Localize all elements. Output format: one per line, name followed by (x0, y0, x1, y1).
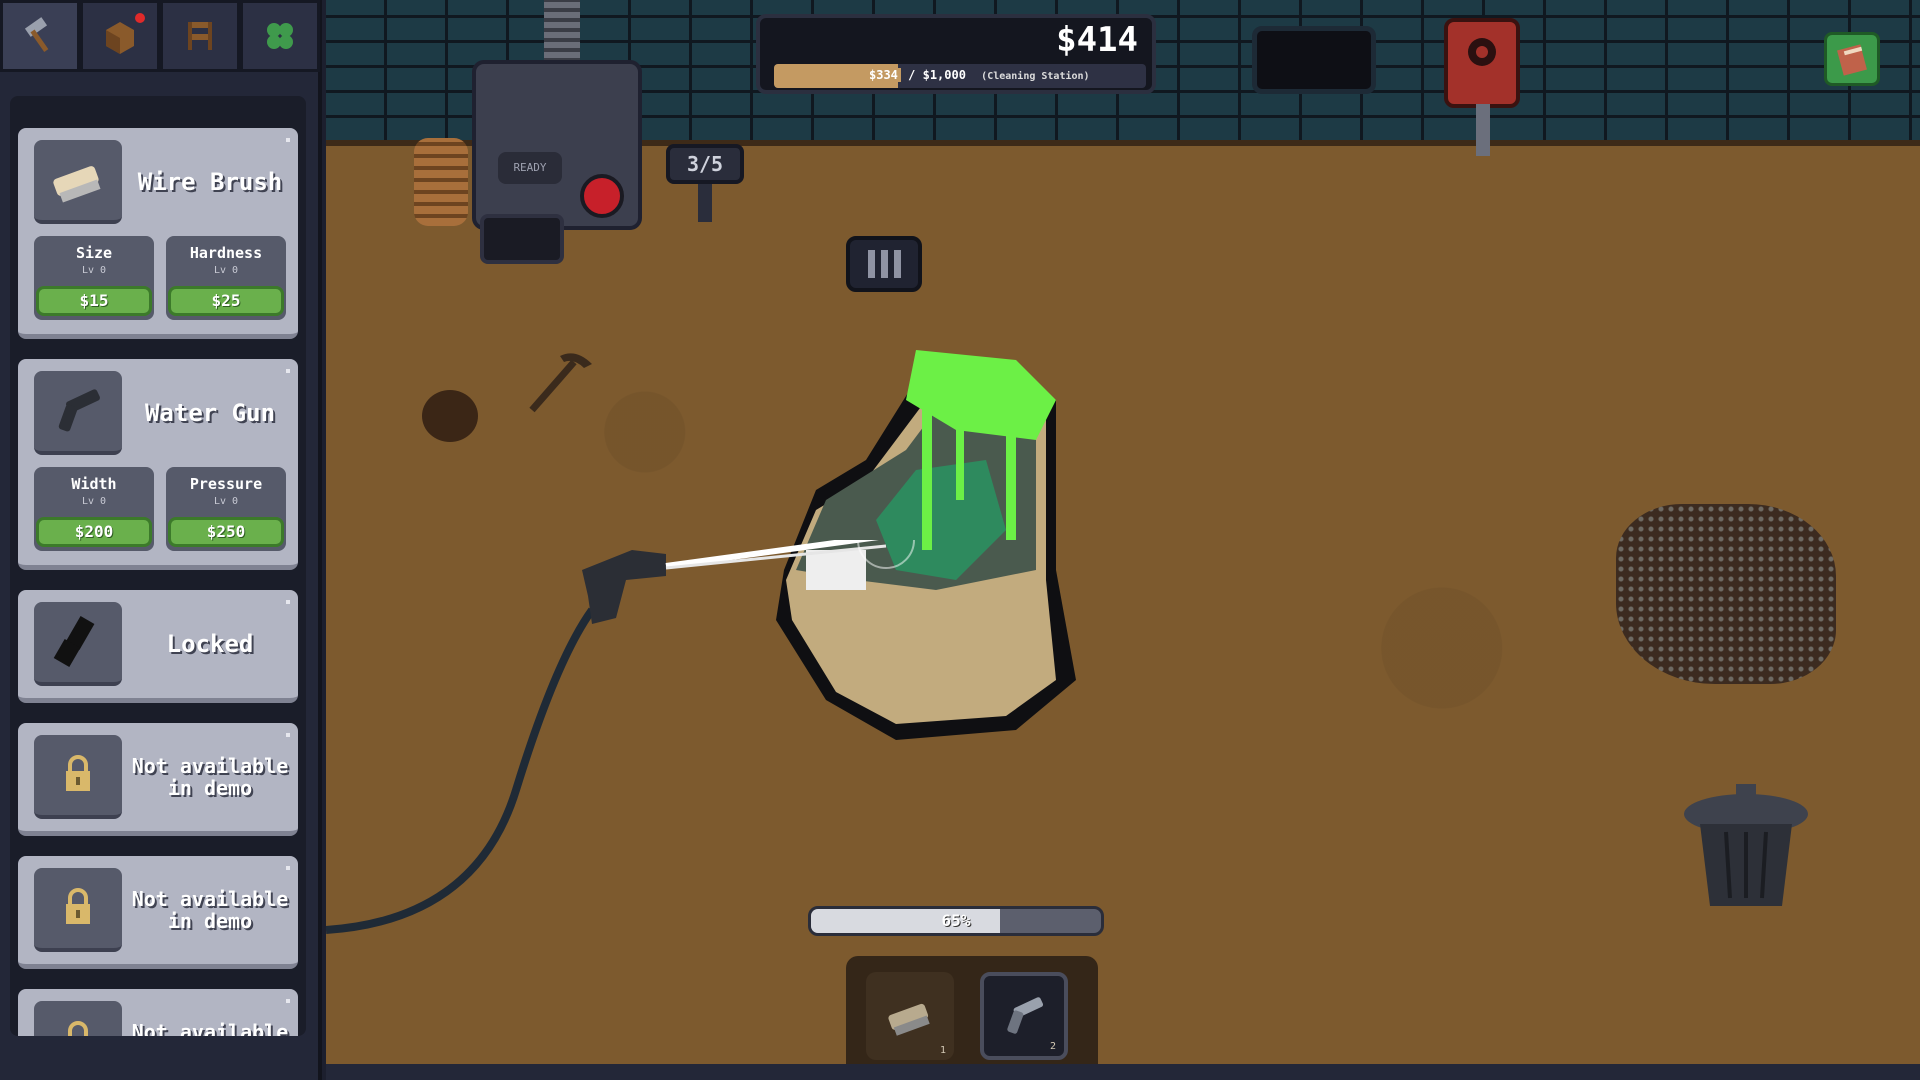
card-corner-dot (286, 138, 290, 142)
phone-post (1476, 104, 1490, 156)
clean-progress-bar: 65% (808, 906, 1104, 936)
upgrade-level: Lv 0 (213, 496, 239, 507)
buy-hardness-button[interactable]: $25 (168, 286, 284, 316)
tool-icon-box (34, 1001, 122, 1036)
tool-icon-box (34, 140, 122, 224)
bench-icon (188, 22, 212, 50)
padlock-icon (66, 755, 90, 791)
hotbar-slot-water-gun[interactable]: 2 (980, 972, 1068, 1060)
tool-name: Not available in demo (131, 887, 289, 933)
top-tab-bar (0, 0, 322, 80)
card-corner-dot (286, 600, 290, 604)
wall-phone[interactable] (1444, 18, 1520, 108)
buy-size-button[interactable]: $15 (36, 286, 152, 316)
money-total: $414 (1056, 20, 1138, 60)
tool-card-locked[interactable]: Locked (18, 590, 298, 703)
wall-screen (1252, 26, 1376, 94)
barrel (414, 138, 468, 226)
tool-card-wire-brush[interactable]: Wire Brush Size Lv 0 $15 Hardness Lv 0 $… (18, 128, 298, 339)
goal-destination: (Cleaning Station) (981, 71, 1090, 82)
upgrade-width: Width Lv 0 $200 (34, 467, 154, 551)
hammer-icon (24, 17, 49, 52)
tool-card-unavailable: Not available in (18, 989, 298, 1036)
upgrade-label: Width (71, 475, 117, 493)
hotkey-label: 2 (1049, 1041, 1056, 1052)
book-icon (1837, 44, 1867, 76)
buy-pressure-button[interactable]: $250 (168, 517, 284, 547)
tool-hotbar: 1 2 (846, 956, 1098, 1066)
hotkey-label: 1 (939, 1045, 946, 1056)
tab-crates[interactable] (80, 0, 160, 72)
wire-brush-icon (53, 166, 101, 203)
tool-name: Not available in demo (131, 754, 289, 800)
tool-card-unavailable: Not available in demo (18, 856, 298, 969)
hotbar-slot-wire-brush[interactable]: 1 (866, 972, 954, 1060)
tab-furniture[interactable] (160, 0, 240, 72)
card-corner-dot (286, 733, 290, 737)
upgrade-label: Pressure (189, 475, 263, 493)
clover-icon (267, 23, 293, 49)
tool-name: Not available in (131, 1020, 289, 1036)
goal-progress-bar: $334 / $1,000 (Cleaning Station) (774, 64, 1146, 88)
upgrade-level: Lv 0 (81, 496, 107, 507)
goal-current: $334 (866, 68, 901, 82)
upgrade-level: Lv 0 (81, 265, 107, 276)
water-gun-icon (58, 389, 100, 432)
trash-can[interactable] (1676, 780, 1816, 910)
upgrade-label: Size (75, 244, 113, 262)
buy-width-button[interactable]: $200 (36, 517, 152, 547)
pickaxe-icon[interactable] (522, 348, 602, 418)
tool-name: Water Gun (144, 399, 276, 427)
tool-card-unavailable: Not available in demo (18, 723, 298, 836)
tab-luck[interactable] (240, 0, 320, 72)
journal-button[interactable] (1824, 32, 1880, 86)
phone-dial-icon (1468, 38, 1496, 66)
notification-dot (135, 13, 145, 23)
tool-icon-box (34, 371, 122, 455)
tool-name: Locked (166, 630, 254, 658)
upgrade-hardness: Hardness Lv 0 $25 (166, 236, 286, 320)
card-corner-dot (286, 369, 290, 373)
card-corner-dot (286, 866, 290, 870)
money-panel: $414 $334 / $1,000 (Cleaning Station) (756, 14, 1156, 94)
tool-icon-box (34, 602, 122, 686)
card-corner-dot (286, 999, 290, 1003)
machine-output-slot (480, 214, 564, 264)
dirt-patch (1616, 504, 1836, 684)
item-counter: 3/5 (666, 144, 744, 184)
machine-status: READY (498, 152, 562, 184)
upgrade-size: Size Lv 0 $15 (34, 236, 154, 320)
water-gun-icon (1007, 997, 1044, 1034)
floor-vent (846, 236, 922, 292)
clean-progress-label: 65% (941, 911, 971, 930)
upgrade-pressure: Pressure Lv 0 $250 (166, 467, 286, 551)
padlock-icon (68, 1021, 88, 1036)
tool-name: Wire Brush (137, 168, 283, 196)
upgrade-level: Lv 0 (213, 265, 239, 276)
crate-icon (106, 22, 134, 54)
tool-list[interactable]: Wire Brush Size Lv 0 $15 Hardness Lv 0 $… (10, 96, 306, 1036)
goal-target: / $1,000 (908, 68, 966, 82)
dirt-clump (422, 390, 478, 442)
tab-tools[interactable] (0, 0, 80, 72)
upgrade-label: Hardness (189, 244, 263, 262)
counter-post (698, 184, 712, 222)
tool-sidebar: Wire Brush Size Lv 0 $15 Hardness Lv 0 $… (0, 0, 322, 1080)
padlock-icon (66, 888, 90, 924)
cleaning-machine[interactable]: READY (472, 60, 642, 230)
tool-card-water-gun[interactable]: Water Gun Width Lv 0 $200 Pressure Lv 0 … (18, 359, 298, 570)
tool-icon-box (34, 868, 122, 952)
game-field[interactable]: $414 $334 / $1,000 (Cleaning Station) RE… (326, 0, 1920, 1080)
locked-tool-icon (53, 616, 95, 668)
field-bottom-border (326, 1064, 1920, 1080)
wire-brush-icon (888, 1003, 930, 1036)
tool-icon-box (34, 735, 122, 819)
goal-progress-text: $334 / $1,000 (Cleaning Station) (866, 68, 1090, 82)
machine-start-button[interactable] (580, 174, 624, 218)
